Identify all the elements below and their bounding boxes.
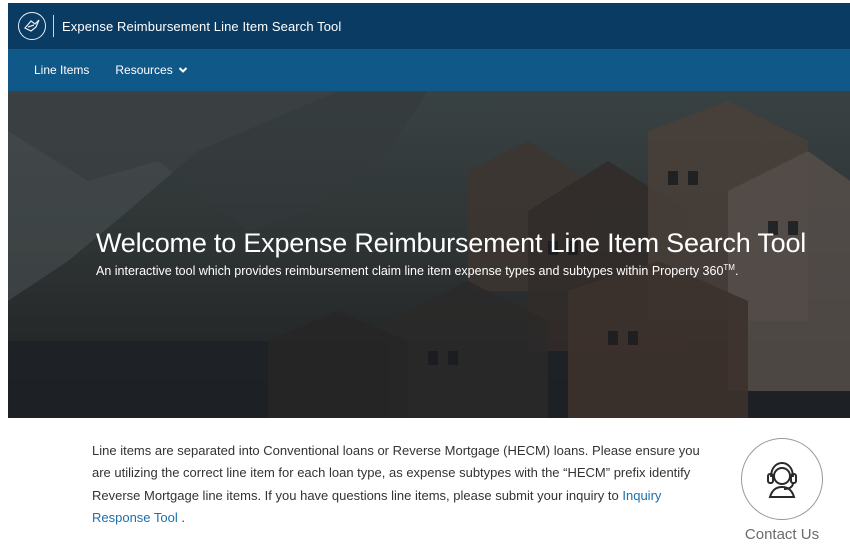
trademark-mark: TM [723,263,735,272]
intro-paragraph: Line items are separated into Convention… [92,440,704,529]
hero-title: Welcome to Expense Reimbursement Line It… [96,228,807,258]
nav-resources-label: Resources [115,63,173,77]
contact-circle [741,438,823,520]
nav-resources-dropdown[interactable]: Resources [115,63,187,77]
header-divider [53,15,54,37]
nav-line-items-label: Line Items [34,63,90,77]
hero-subtitle: An interactive tool which provides reimb… [96,263,738,278]
hud-eagle-logo-icon[interactable] [18,12,46,40]
chevron-down-icon [178,67,187,73]
main-nav: Line Items Resources [8,49,850,91]
hero-subtitle-end: . [734,264,739,279]
app-title[interactable]: Expense Reimbursement Line Item Search T… [62,19,341,34]
contact-us-button[interactable]: Contact Us [737,438,827,543]
headset-support-icon [767,461,797,498]
contact-us-label: Contact Us [744,526,820,543]
top-header-bar: Expense Reimbursement Line Item Search T… [8,3,850,49]
intro-text: Line items are separated into Convention… [92,443,700,503]
nav-line-items[interactable]: Line Items [34,63,89,77]
hero-banner: Welcome to Expense Reimbursement Line It… [8,91,850,418]
intro-text-end: . [177,509,185,525]
hero-subtitle-text: An interactive tool which provides reimb… [96,264,724,279]
